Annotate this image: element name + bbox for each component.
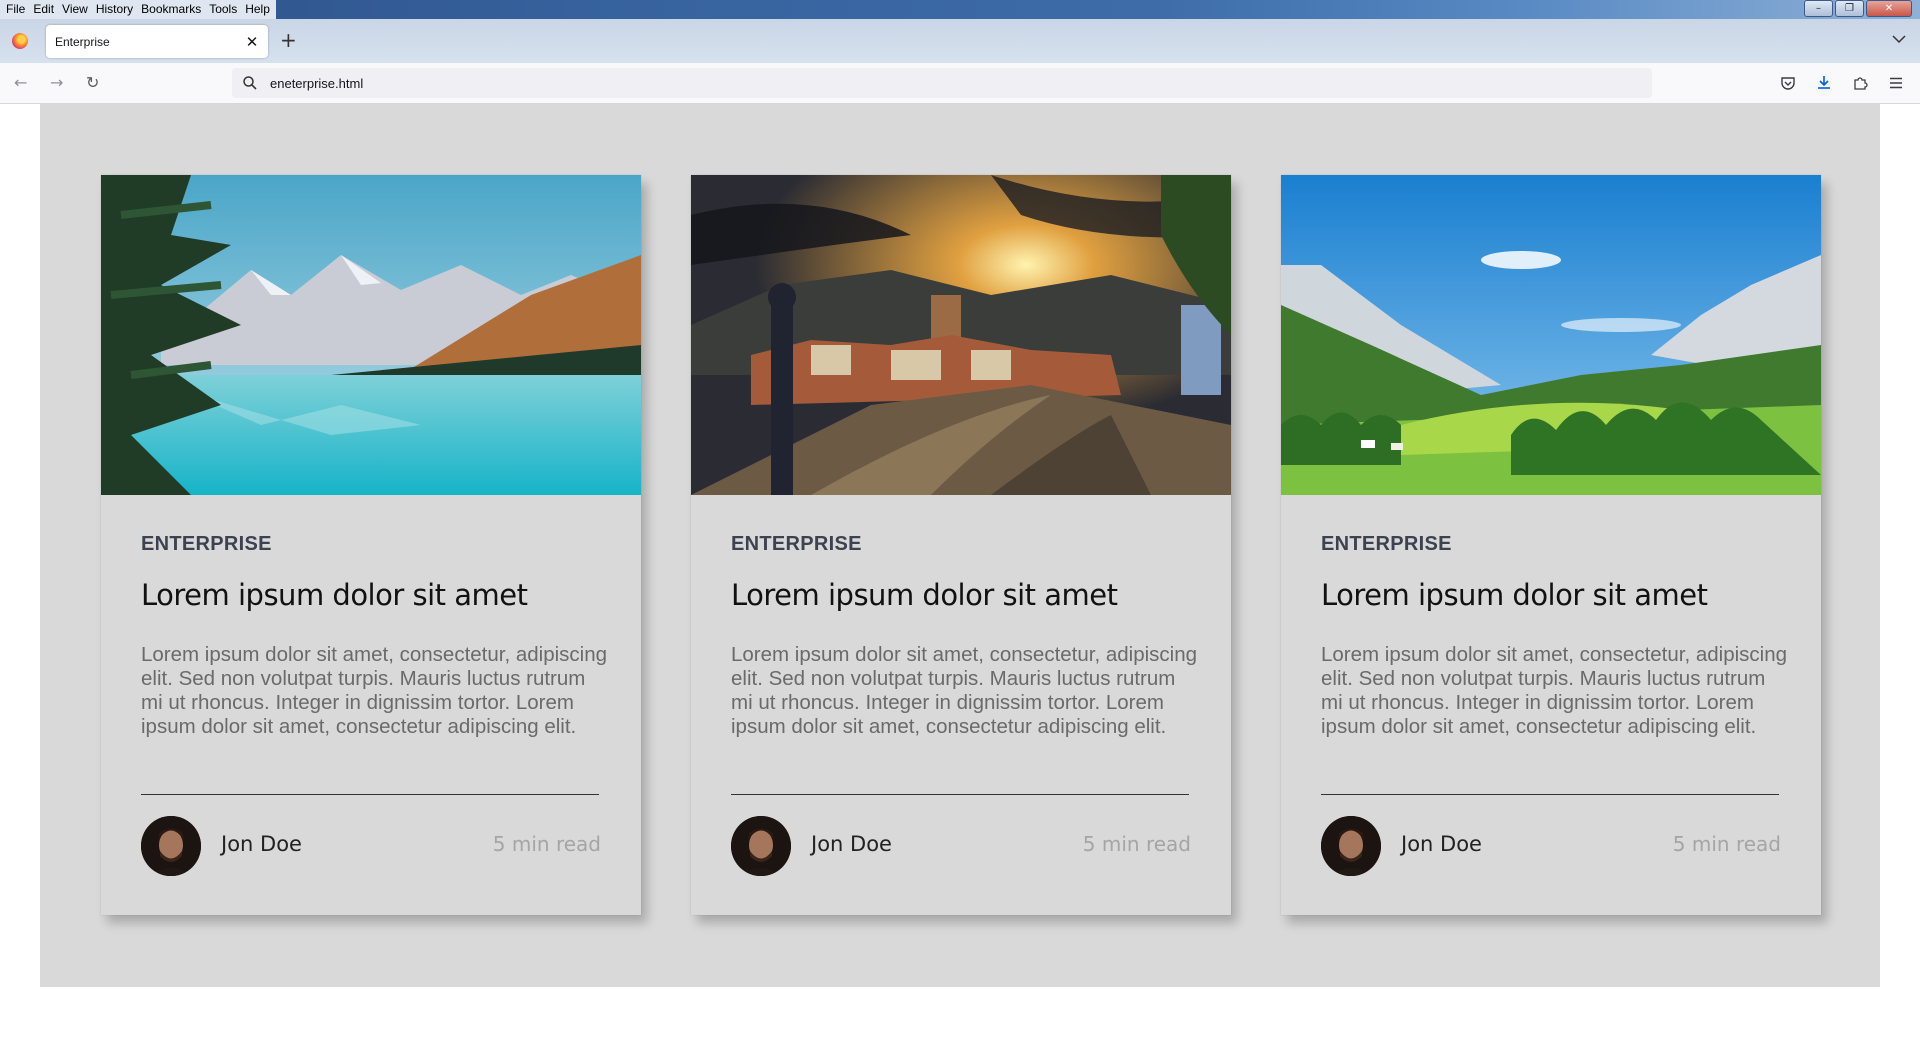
menu-tools[interactable]: Tools [205,0,242,19]
back-button[interactable]: ← [14,73,27,93]
downloads-icon[interactable] [1814,73,1834,93]
article-card[interactable]: ENTERPRISE Lorem ipsum dolor sit amet Lo… [101,175,641,915]
read-time: 5 min read [1672,832,1781,856]
card-category: ENTERPRISE [1321,533,1452,555]
article-card[interactable]: ENTERPRISE Lorem ipsum dolor sit amet Lo… [1281,175,1821,915]
card-divider [731,794,1189,795]
menu-file[interactable]: File [2,0,30,19]
list-all-tabs-chevron-icon[interactable] [1892,32,1906,48]
navigation-toolbar: ← → ↻ eneterprise.html [0,63,1920,104]
reload-button[interactable]: ↻ [86,73,99,93]
extensions-icon[interactable] [1850,73,1870,93]
author-avatar[interactable] [731,816,791,876]
read-time: 5 min read [1082,832,1191,856]
menu-bookmarks[interactable]: Bookmarks [137,0,206,19]
menu-bar: File Edit View History Bookmarks Tools H… [0,0,1920,19]
card-category: ENTERPRISE [141,533,272,555]
restore-button[interactable]: ❐ [1835,0,1864,17]
menu-view[interactable]: View [58,0,92,19]
card-divider [141,794,599,795]
pocket-icon[interactable] [1778,73,1798,93]
menu-list: File Edit View History Bookmarks Tools H… [0,0,276,19]
card-excerpt: Lorem ipsum dolor sit amet, consectetur,… [1321,643,1788,738]
author-name: Jon Doe [811,832,892,856]
article-card[interactable]: ENTERPRISE Lorem ipsum dolor sit amet Lo… [691,175,1231,915]
tab-close-icon[interactable]: ✕ [242,33,262,51]
card-excerpt: Lorem ipsum dolor sit amet, consectetur,… [731,643,1198,738]
address-bar[interactable]: eneterprise.html [232,68,1652,98]
card-title[interactable]: Lorem ipsum dolor sit amet [141,578,528,612]
tab-title: Enterprise [55,34,110,49]
menu-history[interactable]: History [91,0,138,19]
card-divider [1321,794,1779,795]
url-text[interactable]: eneterprise.html [270,76,363,91]
window-controls: – ❐ ✕ [1804,0,1912,17]
tab-strip: Enterprise ✕ + [0,19,1920,63]
author-name: Jon Doe [1401,832,1482,856]
card-category: ENTERPRISE [731,533,862,555]
old-town-street-image [691,175,1231,495]
new-tab-button[interactable]: + [280,30,297,50]
card-title[interactable]: Lorem ipsum dolor sit amet [731,578,1118,612]
forward-button[interactable]: → [50,73,63,93]
minimize-button[interactable]: – [1804,0,1833,17]
green-valley-image [1281,175,1821,495]
author-avatar[interactable] [141,816,201,876]
card-excerpt: Lorem ipsum dolor sit amet, consectetur,… [141,643,608,738]
read-time: 5 min read [492,832,601,856]
author-avatar[interactable] [1321,816,1381,876]
menu-help[interactable]: Help [241,0,274,19]
app-menu-icon[interactable] [1886,73,1906,93]
menu-edit[interactable]: Edit [29,0,59,19]
mountain-lake-image [101,175,641,495]
author-name: Jon Doe [221,832,302,856]
close-window-button[interactable]: ✕ [1866,0,1912,17]
card-title[interactable]: Lorem ipsum dolor sit amet [1321,578,1708,612]
tab-enterprise[interactable]: Enterprise ✕ [46,25,268,58]
firefox-logo-icon[interactable] [12,33,28,49]
search-icon [242,75,258,91]
